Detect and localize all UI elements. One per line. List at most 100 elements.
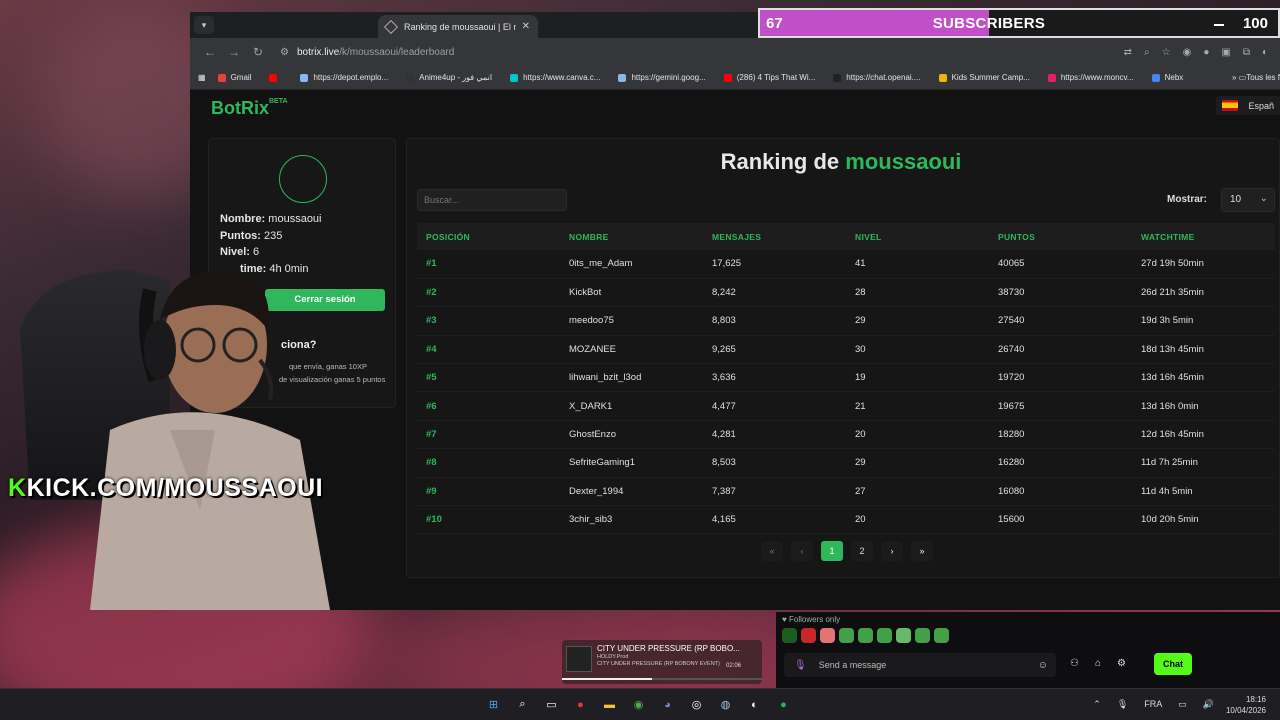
bookmark-label: https://www.moncv... <box>1060 73 1134 82</box>
clock-date: 10/04/2026 <box>1225 706 1266 715</box>
emote-icon[interactable] <box>915 628 930 643</box>
bookmark-item[interactable]: Kids Summer Camp... <box>938 73 1030 82</box>
column-header[interactable]: PUNTOS <box>989 223 1132 250</box>
app-icon[interactable]: ◎ <box>687 695 706 714</box>
site-info-icon[interactable]: ⚙ <box>280 47 289 58</box>
search-icon[interactable]: ⌕ <box>513 695 532 714</box>
tab-search-button[interactable]: ▾ <box>194 16 214 34</box>
bookmark-favicon-icon <box>1151 73 1160 82</box>
bookmark-item[interactable]: https://www.canva.c... <box>510 73 600 82</box>
back-icon[interactable]: ← <box>198 45 222 59</box>
bookmark-item[interactable]: (286) 4 Tips That Wi... <box>723 73 815 82</box>
settings-gear-icon[interactable]: ⚙ <box>1117 658 1126 669</box>
messages-cell: 3,636 <box>703 363 846 393</box>
rank-cell: #1 <box>417 250 560 279</box>
bookmark-item[interactable]: Nebx <box>1151 73 1183 82</box>
name-value: moussaoui <box>268 213 322 225</box>
first-page-button[interactable]: « <box>761 541 783 561</box>
tools-icon[interactable]: ⚇ <box>1070 658 1079 669</box>
bookmark-item[interactable]: https://gemini.goog... <box>618 73 706 82</box>
chat-send-button[interactable]: Chat <box>1154 653 1192 675</box>
network-icon[interactable]: ▭ <box>1178 699 1187 710</box>
microphone-icon[interactable]: 🎙 <box>794 660 807 671</box>
subs-label: SUBSCRIBERS <box>932 14 1046 32</box>
close-icon[interactable]: ✕ <box>522 21 530 32</box>
extension-icon[interactable]: ▣ <box>1221 47 1230 58</box>
bookmark-star-icon[interactable]: ☆ <box>1162 47 1171 58</box>
emote-icon[interactable] <box>877 628 892 643</box>
steam-icon[interactable]: ◍ <box>716 695 735 714</box>
zoom-icon[interactable]: ⌕ <box>1144 47 1150 58</box>
emote-icon[interactable] <box>820 628 835 643</box>
table-row: #5 lihwani_bzit_l3od 3,636 19 19720 13d 16h 4… <box>417 363 1275 393</box>
file-explorer-icon[interactable]: ▬ <box>600 695 619 714</box>
bookmark-item[interactable] <box>269 73 282 82</box>
app-icon[interactable]: ● <box>571 695 590 714</box>
url-field[interactable]: ⚙ botrix.live/k/moussaoui/leaderboard <box>280 41 1124 63</box>
language-selector[interactable]: Españ <box>1216 96 1280 115</box>
emote-icon[interactable] <box>934 628 949 643</box>
extension-icon[interactable]: ● <box>1203 47 1209 58</box>
column-header[interactable]: MENSAJES <box>703 223 846 250</box>
points-cell: 16280 <box>989 448 1132 478</box>
page-title: Ranking de moussaoui <box>407 149 1275 175</box>
system-tray: ⌃ 🎙 FRA ▭ 🔊 <box>1093 699 1214 710</box>
table-row: #3 meedoo75 8,803 29 27540 19d 3h 5min <box>417 306 1275 336</box>
translate-icon[interactable]: ⇄ <box>1124 47 1132 58</box>
bookmark-favicon-icon <box>406 73 415 82</box>
profile-icon[interactable]: ◐ <box>1262 47 1268 58</box>
all-bookmarks-folder[interactable]: » ▭ Tous les f <box>1232 73 1280 82</box>
emote-bar <box>782 628 949 643</box>
now-playing-widget[interactable]: CITY UNDER PRESSURE (RP BOBO... HOLDY.Pr… <box>562 640 762 684</box>
discord-icon[interactable]: ◕ <box>658 695 677 714</box>
page-button-2[interactable]: 2 <box>851 541 873 561</box>
bookmark-item[interactable]: Gmail <box>217 73 251 82</box>
watchtime-cell: 26d 21h 35min <box>1132 278 1275 308</box>
column-header[interactable]: NIVEL <box>846 223 989 250</box>
emote-icon[interactable] <box>858 628 873 643</box>
chat-message-input[interactable]: 🎙 Send a message ☺ <box>784 653 1056 677</box>
forward-icon[interactable]: → <box>222 45 246 59</box>
extension-icon[interactable]: ◉ <box>1183 47 1192 58</box>
leaderboard-table: POSICIÓN NOMBRE MENSAJES NIVEL PUNTOS WATCHTI… <box>417 223 1275 535</box>
store-icon[interactable]: ⌂ <box>1095 658 1101 669</box>
reload-icon[interactable]: ↻ <box>246 45 270 59</box>
page-button-1[interactable]: 1 <box>821 541 843 561</box>
extensions-puzzle-icon[interactable]: ⧉ <box>1243 47 1250 58</box>
column-header[interactable]: POSICIÓN <box>417 223 560 250</box>
app-icon[interactable]: ◐ <box>745 695 764 714</box>
bookmark-item[interactable]: https://depot.emplo... <box>300 73 388 82</box>
chrome-icon[interactable]: ◉ <box>629 695 648 714</box>
windows-start-icon[interactable]: ⊞ <box>484 695 503 714</box>
prev-page-button[interactable]: ‹ <box>791 541 813 561</box>
emote-icon[interactable] <box>801 628 816 643</box>
botrix-logo[interactable]: BotRixBETA <box>211 98 288 119</box>
last-page-button[interactable]: » <box>911 541 933 561</box>
bookmark-favicon-icon <box>510 73 519 82</box>
emote-icon[interactable] <box>896 628 911 643</box>
apps-icon[interactable]: ▦ <box>198 73 206 82</box>
emote-icon[interactable] <box>839 628 854 643</box>
volume-icon[interactable]: 🔊 <box>1203 699 1214 710</box>
column-header[interactable]: NOMBRE <box>560 223 703 250</box>
page-size-select[interactable]: 10 ⌄ <box>1221 188 1275 212</box>
next-page-button[interactable]: › <box>881 541 903 561</box>
clock[interactable]: 18:16 10/04/2026 <box>1226 694 1266 716</box>
beta-badge: BETA <box>269 98 288 105</box>
bookmark-item[interactable]: https://www.moncv... <box>1047 73 1134 82</box>
emoji-icon[interactable]: ☺ <box>1038 660 1048 671</box>
bookmark-item[interactable]: https://chat.openai.... <box>833 73 921 82</box>
column-header[interactable]: WATCHTIME <box>1132 223 1275 250</box>
spotify-icon[interactable]: ● <box>774 695 793 714</box>
emote-icon[interactable] <box>782 628 797 643</box>
level-cell: 29 <box>846 306 989 336</box>
pagination: « ‹ 1 2 › » <box>761 541 933 561</box>
browser-tab[interactable]: Ranking de moussaoui | El mej ✕ <box>378 15 538 38</box>
task-view-icon[interactable]: ▭ <box>542 695 561 714</box>
leaderboard-card: Ranking de moussaoui Mostrar: 10 ⌄ POSIC… <box>406 138 1280 578</box>
microphone-icon[interactable]: 🎙 <box>1117 699 1128 710</box>
search-input[interactable] <box>417 189 567 211</box>
language-indicator[interactable]: FRA <box>1144 699 1162 710</box>
bookmark-item[interactable]: Anime4up - انمي فور <box>406 73 492 82</box>
chevron-up-icon[interactable]: ⌃ <box>1093 699 1101 710</box>
